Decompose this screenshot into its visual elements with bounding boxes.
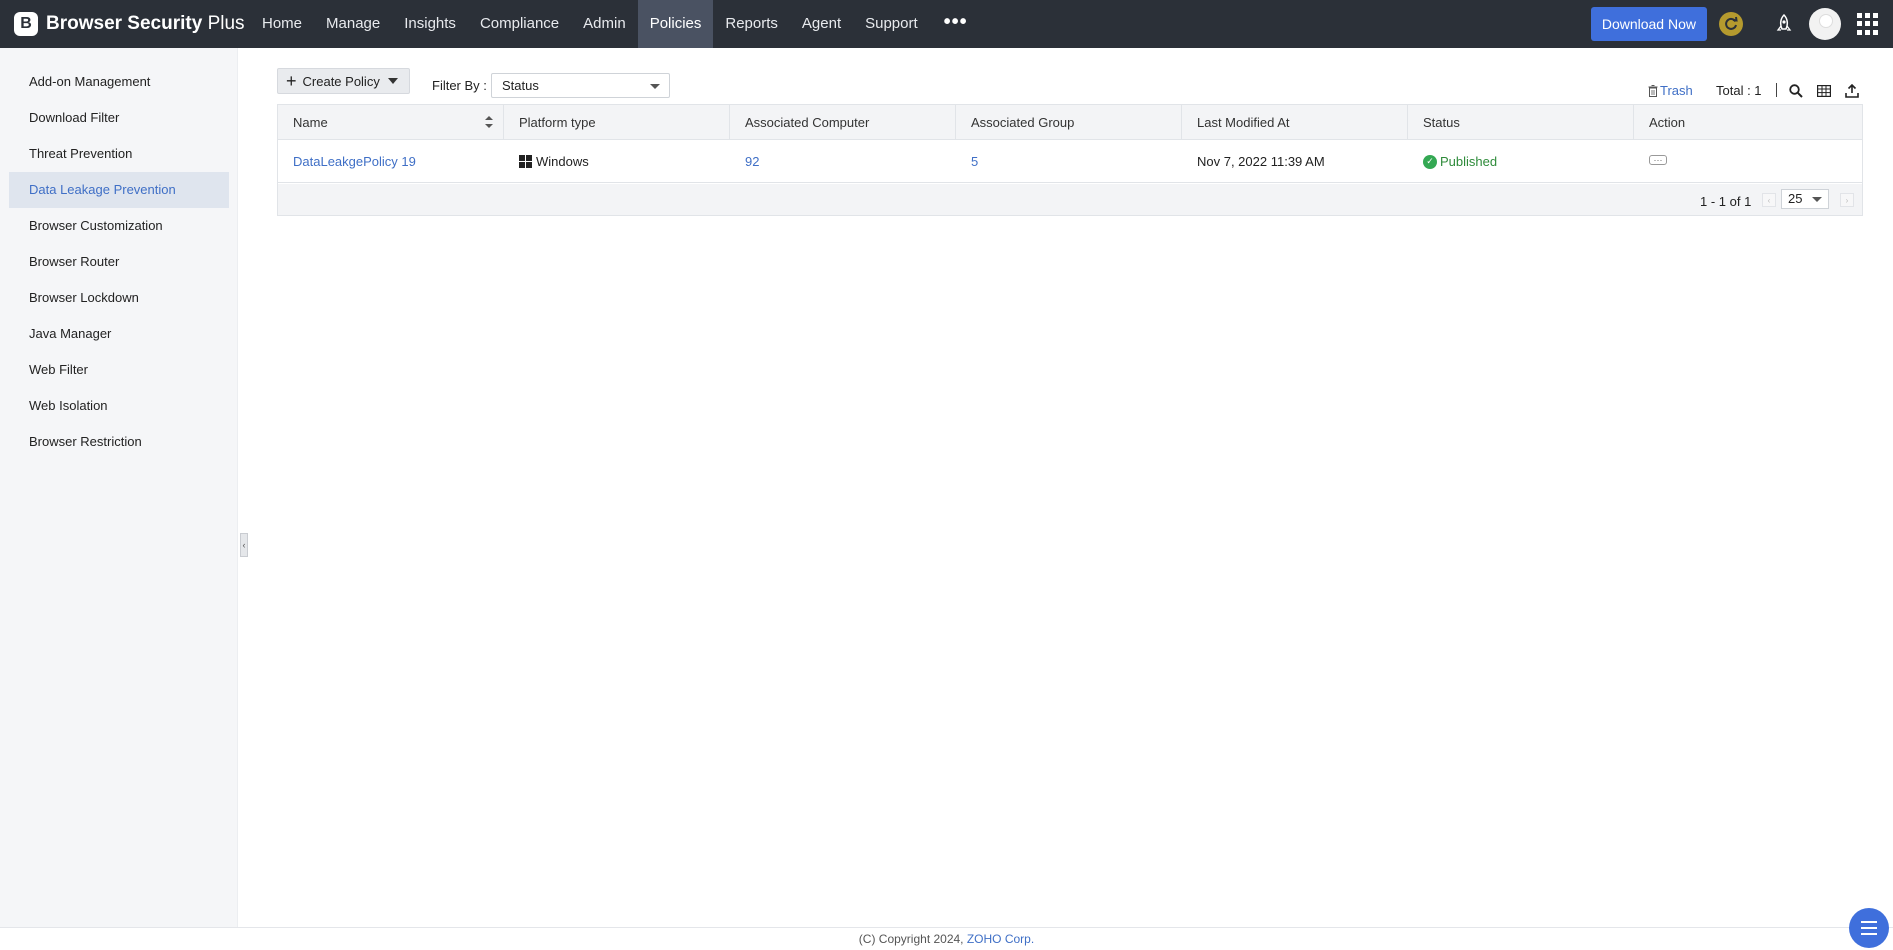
cell-status: ✓ Published [1408, 141, 1634, 182]
brand-name: Browser Security Plus [46, 13, 245, 34]
cell-last-modified: Nov 7, 2022 11:39 AM [1182, 141, 1408, 182]
rocket-icon[interactable] [1773, 13, 1795, 35]
total-count: Total : 1 [1716, 83, 1762, 98]
sidebar-item-browser-restriction[interactable]: Browser Restriction [9, 424, 229, 460]
sidebar-item-threat-prevention[interactable]: Threat Prevention [9, 136, 229, 172]
top-navbar: B Browser Security Plus Home Manage Insi… [0, 0, 1893, 48]
header-actions: Download Now [1590, 0, 1893, 48]
trash-link[interactable]: Trash [1648, 83, 1693, 98]
column-header-last-modified: Last Modified At [1182, 105, 1408, 140]
apps-grid-icon[interactable] [1857, 13, 1879, 35]
pagination-range: 1 - 1 of 1 [1700, 194, 1752, 209]
row-actions-icon[interactable]: ··· [1649, 154, 1667, 165]
filter-status-select[interactable]: Status [491, 73, 670, 98]
nav-support[interactable]: Support [853, 0, 930, 48]
chevron-down-icon [1812, 197, 1822, 202]
sidebar-item-browser-router[interactable]: Browser Router [9, 244, 229, 280]
column-chooser-icon[interactable] [1816, 83, 1832, 99]
policies-table: Name Platform type Associated Computer A… [277, 104, 1863, 216]
table-pagination: 1 - 1 of 1 ‹ 25 › [278, 184, 1862, 215]
nav-reports[interactable]: Reports [713, 0, 790, 48]
download-now-button[interactable]: Download Now [1590, 7, 1707, 41]
nav-home[interactable]: Home [250, 0, 314, 48]
sidebar-item-web-isolation[interactable]: Web Isolation [9, 388, 229, 424]
main-nav: Home Manage Insights Compliance Admin Po… [250, 0, 982, 48]
chevron-down-icon [650, 84, 660, 89]
refresh-license-icon[interactable] [1719, 12, 1743, 36]
windows-icon [519, 155, 532, 168]
cell-groups: 5 [956, 141, 1182, 182]
copyright-text: (C) Copyright 2024, [858, 932, 967, 946]
user-avatar[interactable] [1809, 8, 1841, 40]
column-header-label: Name [293, 115, 328, 130]
associated-groups-link[interactable]: 5 [971, 141, 978, 182]
sidebar-item-browser-customization[interactable]: Browser Customization [9, 208, 229, 244]
previous-page-icon[interactable]: ‹ [1762, 193, 1776, 207]
create-policy-button[interactable]: + Create Policy [277, 68, 410, 94]
filter-by-label: Filter By : [432, 78, 487, 93]
last-modified-value: Nov 7, 2022 11:39 AM [1197, 154, 1325, 169]
cell-platform: Windows [504, 141, 730, 182]
create-policy-label: Create Policy [302, 73, 380, 89]
sidebar-item-web-filter[interactable]: Web Filter [9, 352, 229, 388]
footer: (C) Copyright 2024, ZOHO Corp. [0, 927, 1893, 950]
company-link[interactable]: ZOHO Corp. [967, 932, 1034, 946]
nav-policies[interactable]: Policies [637, 0, 714, 48]
filter-select-value: Status [502, 78, 539, 93]
sidebar-item-browser-lockdown[interactable]: Browser Lockdown [9, 280, 229, 316]
cell-name: DataLeakgePolicy 19 [278, 141, 504, 182]
status-badge: ✓ Published [1423, 141, 1497, 182]
column-header-name[interactable]: Name [278, 105, 504, 140]
status-label: Published [1440, 154, 1498, 169]
column-header-status: Status [1408, 105, 1634, 140]
platform-label: Windows [536, 154, 589, 169]
column-header-platform: Platform type [504, 105, 730, 140]
sidebar-collapse-handle[interactable]: ‹ [240, 533, 248, 557]
nav-manage[interactable]: Manage [314, 0, 392, 48]
table-header: Name Platform type Associated Computer A… [278, 105, 1862, 140]
nav-admin[interactable]: Admin [571, 0, 638, 48]
sidebar-item-java-manager[interactable]: Java Manager [9, 316, 229, 352]
check-circle-icon: ✓ [1423, 154, 1437, 169]
search-icon[interactable] [1788, 83, 1804, 99]
plus-icon: + [286, 71, 297, 91]
column-header-action: Action [1649, 115, 1686, 130]
nav-insights[interactable]: Insights [392, 0, 468, 48]
export-icon[interactable] [1844, 83, 1860, 99]
column-header-associated-group: Associated Group [956, 105, 1182, 140]
nav-compliance[interactable]: Compliance [468, 0, 571, 48]
cell-computers: 92 [730, 141, 956, 182]
more-menu-icon[interactable]: ••• [930, 0, 982, 48]
column-header-associated-computer: Associated Computer [730, 105, 956, 140]
policy-name-link[interactable]: DataLeakgePolicy 19 [293, 141, 416, 182]
brand-logo-icon: B [14, 12, 38, 36]
brand[interactable]: B Browser Security Plus [0, 0, 250, 48]
trash-label: Trash [1660, 83, 1693, 98]
sort-icon[interactable] [485, 114, 493, 130]
associated-computers-link[interactable]: 92 [745, 141, 759, 182]
divider [1776, 83, 1777, 97]
quick-menu-button[interactable] [1849, 908, 1889, 948]
sidebar: Add-on Management Download Filter Threat… [0, 48, 238, 927]
table-row: DataLeakgePolicy 19 Windows 92 5 Nov 7, … [278, 141, 1862, 183]
sidebar-item-addon-management[interactable]: Add-on Management [9, 64, 229, 100]
trash-icon [1648, 84, 1658, 97]
chevron-down-icon [387, 78, 398, 84]
sidebar-item-data-leakage-prevention[interactable]: Data Leakage Prevention [9, 172, 229, 208]
cell-action: ··· [1634, 141, 1860, 182]
next-page-icon[interactable]: › [1840, 193, 1854, 207]
sidebar-item-download-filter[interactable]: Download Filter [9, 100, 229, 136]
rows-per-page-value: 25 [1788, 191, 1803, 206]
rows-per-page-select[interactable]: 25 [1781, 189, 1829, 209]
nav-agent[interactable]: Agent [790, 0, 853, 48]
